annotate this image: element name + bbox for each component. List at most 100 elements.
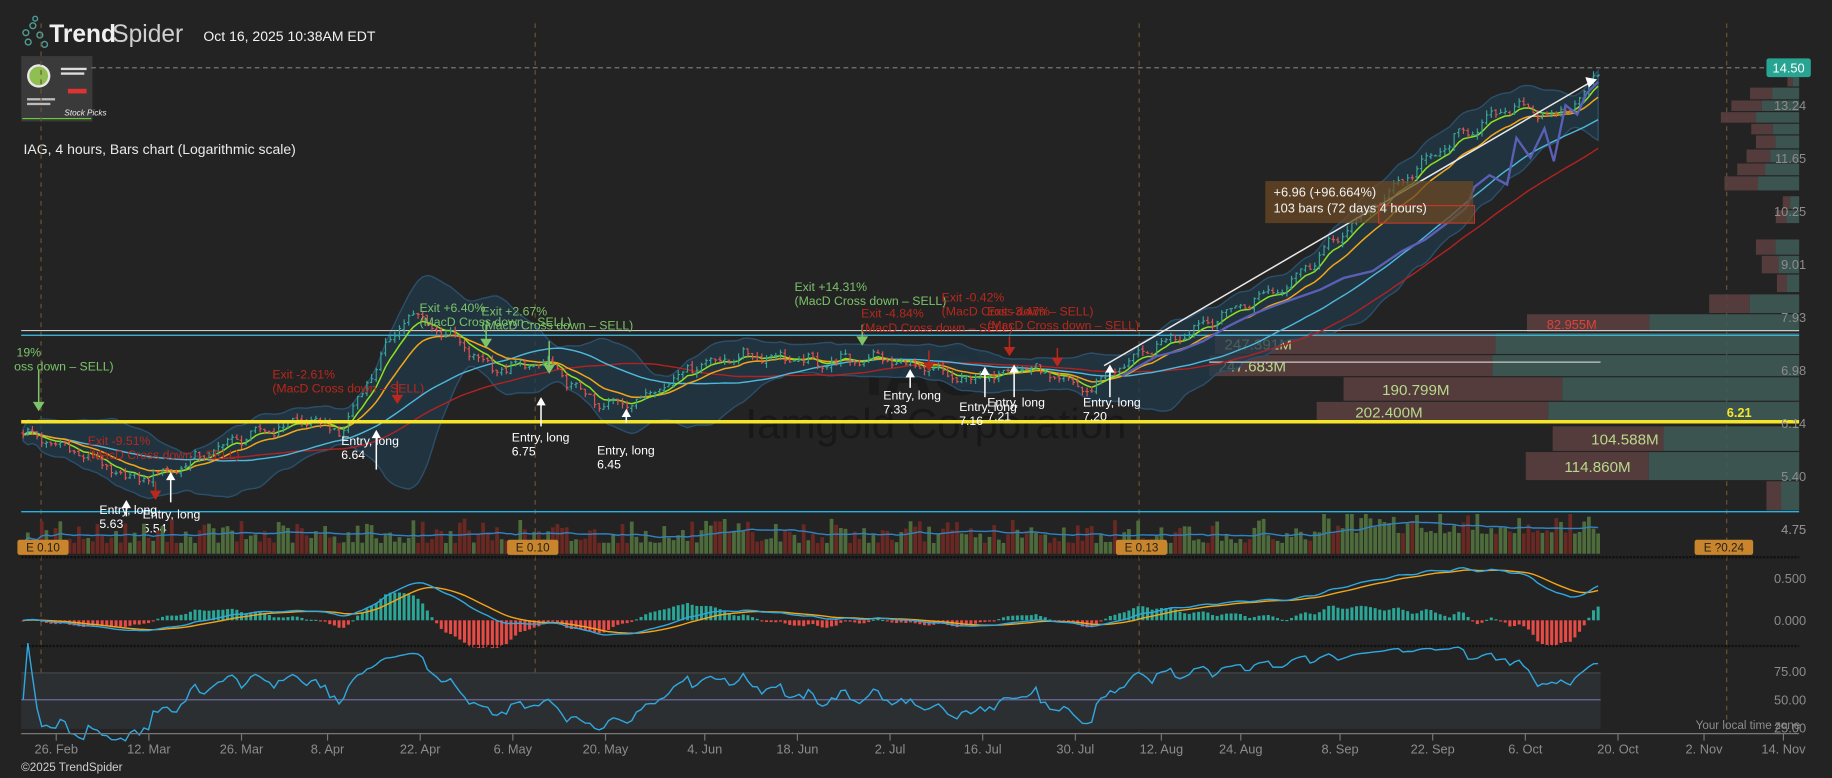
timezone-note[interactable]: Your local time zone: [1696, 719, 1801, 732]
volume-bar: [727, 531, 732, 554]
volume-bar: [165, 542, 170, 554]
macd-tick-label: 0.500: [1774, 571, 1806, 586]
volume-bar: [248, 535, 253, 554]
volume-bar: [221, 527, 225, 554]
volume-profile-label: 104.588M: [1591, 431, 1658, 448]
macd-histogram-bar: [435, 620, 439, 624]
volume-bar: [169, 519, 174, 554]
macd-histogram-bar: [1257, 615, 1261, 621]
volume-bar: [1224, 534, 1229, 554]
volume-bar: [560, 527, 564, 554]
volume-bar: [416, 542, 420, 554]
macd-histogram-bar: [839, 620, 843, 623]
volume-bar: [1061, 527, 1066, 554]
macd-histogram-bar: [843, 620, 848, 622]
volume-bar: [160, 526, 165, 554]
measurement-change: +6.96 (+96.664%): [1273, 184, 1376, 199]
volume-bar: [337, 542, 341, 554]
macd-histogram-bar: [778, 620, 782, 622]
volume-bar: [964, 534, 969, 554]
entry-price: 7.20: [1083, 410, 1107, 424]
volume-bar: [471, 542, 476, 554]
time-tick-label: 12. Mar: [127, 741, 171, 756]
earnings-badge[interactable]: E 0.10: [17, 539, 69, 555]
macd-histogram-bar: [523, 620, 527, 631]
volume-bar: [1294, 528, 1299, 554]
exit-reason: (MacD Cross down – SELL): [272, 382, 424, 396]
macd-histogram-bar: [277, 617, 281, 621]
earnings-badge[interactable]: E ?0.24: [1694, 539, 1754, 555]
volume-bar: [1043, 534, 1048, 554]
macd-histogram-bar: [430, 617, 434, 621]
macd-histogram-bar: [133, 620, 137, 625]
volume-bar: [797, 542, 801, 554]
volume-bar: [987, 536, 992, 554]
volume-bar: [996, 539, 1001, 554]
earnings-badge[interactable]: E 0.13: [1115, 539, 1168, 555]
macd-histogram-bar: [593, 620, 597, 633]
macd-histogram-bar: [676, 605, 680, 621]
macd-histogram-bar: [983, 620, 987, 622]
volume-profile-row: [1720, 112, 1800, 123]
trading-chart[interactable]: Trend Spider Oct 16, 2025 10:38AM EDT St…: [0, 0, 1832, 778]
measurement-box[interactable]: +6.96 (+96.664%) 103 bars (72 days 4 hou…: [1265, 181, 1475, 224]
macd-histogram-bar: [1178, 611, 1182, 621]
macd-histogram-bar: [555, 620, 559, 623]
macd-histogram-bar: [1248, 617, 1252, 621]
exit-title: Exit +14.31%: [795, 280, 868, 294]
macd-histogram-bar: [1187, 613, 1191, 621]
macd-histogram-bar: [997, 619, 1001, 621]
volume-bar: [1252, 527, 1257, 554]
macd-histogram-bar: [607, 620, 611, 630]
earnings-badge[interactable]: E 0.10: [507, 539, 559, 555]
macd-histogram-bar: [342, 620, 346, 628]
price-tick-label: 11.65: [1775, 151, 1806, 166]
volume-tick-label: 4.75: [1781, 522, 1806, 537]
macd-histogram-bar: [165, 615, 169, 621]
volume-bar: [815, 542, 820, 554]
macd-histogram-bar: [1313, 614, 1317, 621]
macd-histogram-bar: [1108, 615, 1112, 621]
volume-bar: [1243, 542, 1247, 554]
volume-bar: [1377, 519, 1382, 554]
macd-histogram-bar: [546, 620, 550, 623]
volume-bar: [1057, 541, 1062, 554]
volume-bar: [1554, 518, 1559, 554]
volume-bar: [643, 530, 648, 554]
volume-bar: [109, 537, 114, 554]
volume-bar: [1433, 533, 1438, 554]
macd-histogram-bar: [797, 620, 801, 626]
macd-histogram-bar: [802, 620, 806, 627]
volume-bar: [1340, 528, 1345, 554]
volume-bar: [1503, 527, 1508, 554]
time-tick-label: 30. Jul: [1056, 741, 1094, 756]
volume-bar: [1442, 533, 1447, 554]
macd-histogram-bar: [207, 610, 211, 621]
macd-histogram-bar: [1517, 620, 1521, 625]
macd-histogram-bar: [1224, 613, 1228, 621]
macd-histogram-bar: [611, 620, 615, 627]
macd-histogram-bar: [1503, 620, 1507, 623]
volume-bar: [871, 534, 876, 554]
volume-bar: [313, 531, 318, 554]
volume-bar: [1066, 542, 1071, 554]
brand-light: Spider: [112, 21, 183, 48]
volume-bar: [1410, 520, 1415, 554]
macd-histogram-bar: [992, 620, 996, 622]
macd-histogram-bar: [732, 615, 736, 621]
volume-bar: [1475, 513, 1480, 554]
price-tick-label: 10.25: [1774, 204, 1806, 219]
volume-bar: [736, 523, 741, 554]
volume-bar: [402, 542, 406, 554]
volume-bar: [1034, 532, 1038, 554]
volume-bar: [653, 542, 657, 554]
macd-histogram-bar: [1457, 611, 1461, 621]
macd-histogram-bar: [867, 620, 871, 623]
volume-bar: [773, 523, 778, 554]
macd-histogram-bar: [337, 620, 341, 628]
volume-bar: [1429, 530, 1433, 554]
volume-profile-row: [1776, 274, 1800, 293]
volume-bar: [1326, 518, 1331, 554]
exit-title: Exit -3.47%: [987, 304, 1050, 318]
volume-profile-row: 190.799M: [1343, 377, 1800, 401]
